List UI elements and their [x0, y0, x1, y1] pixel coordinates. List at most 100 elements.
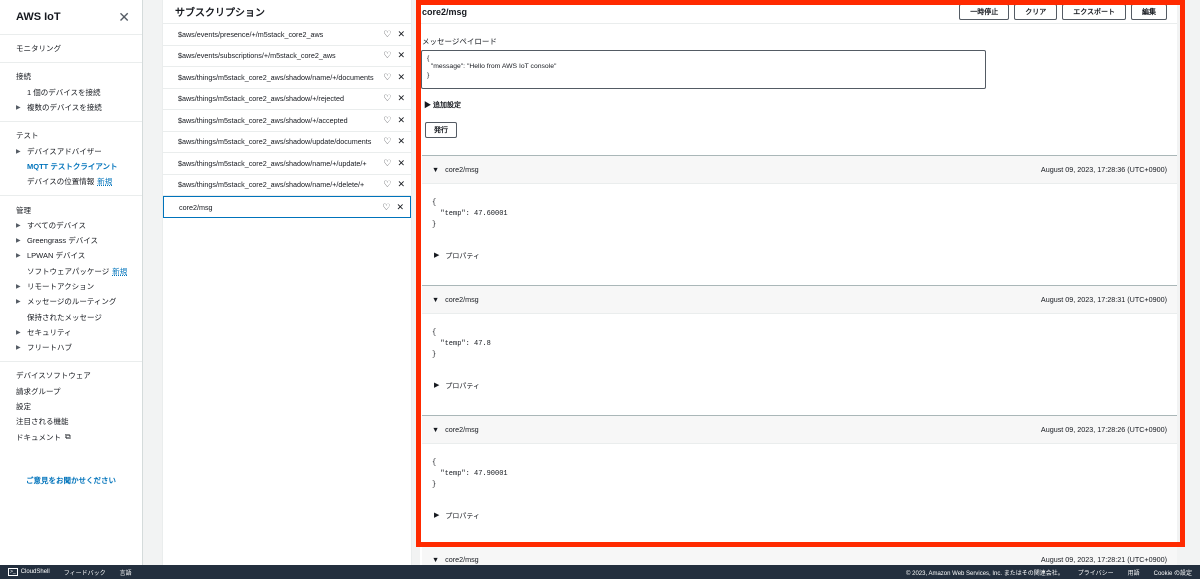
sidebar-item-connect-many[interactable]: ▶ 複数のデバイスを接続	[0, 100, 142, 115]
sidebar-section-manage: 管理 ▶ すべてのデバイス ▶ Greengrass デバイス ▶ LPWAN デバイ…	[0, 196, 142, 363]
sidebar-item-label: すべてのデバイス	[27, 220, 86, 230]
message-body: { "temp": 47.90001 }	[432, 459, 508, 489]
subscription-actions: ♡ ✕	[383, 50, 405, 61]
close-icon[interactable]: ✕	[397, 179, 405, 190]
close-icon[interactable]: ✕	[397, 29, 405, 40]
close-icon[interactable]: ✕	[397, 115, 405, 126]
sidebar-item-documentation[interactable]: ドキュメント ⧉	[0, 430, 142, 445]
message-header-left: ▼ core2/msg	[432, 295, 479, 304]
close-icon[interactable]: ✕	[397, 158, 405, 169]
caret-right-icon: ▶	[16, 345, 21, 352]
caret-down-icon: ▼	[432, 425, 440, 434]
export-button[interactable]: エクスポート	[1062, 3, 1126, 20]
message-topic: core2/msg	[445, 165, 479, 174]
sidebar-item-security[interactable]: ▶ セキュリティ	[0, 325, 142, 340]
sidebar-item-device-location[interactable]: デバイスの位置情報 新規	[0, 174, 142, 189]
heart-icon[interactable]: ♡	[383, 93, 391, 104]
close-icon[interactable]: ✕	[397, 50, 405, 61]
additional-settings-label: 追加設定	[432, 102, 461, 109]
sidebar-item-greengrass[interactable]: ▶ Greengrass デバイス	[0, 233, 142, 248]
close-icon[interactable]: ✕	[118, 9, 130, 26]
heart-icon[interactable]: ♡	[383, 29, 391, 40]
subscription-actions: ♡ ✕	[383, 72, 405, 83]
subscription-row[interactable]: core2/msg ♡ ✕	[163, 196, 411, 218]
sidebar-item-featured[interactable]: 注目される機能	[0, 414, 142, 429]
sidebar-item-lpwan[interactable]: ▶ LPWAN デバイス	[0, 248, 142, 263]
sidebar-item-remote-actions[interactable]: ▶ リモートアクション	[0, 279, 142, 294]
topic-title: core2/msg	[422, 6, 468, 17]
subscription-actions: ♡ ✕	[383, 93, 405, 104]
cookie-settings-link[interactable]: Cookie の設定	[1154, 568, 1192, 577]
subscription-actions: ♡ ✕	[383, 115, 405, 126]
footer-feedback-link[interactable]: フィードバック	[64, 568, 106, 577]
subscription-topic: $aws/things/m5stack_core2_aws/shadow/nam…	[178, 180, 365, 190]
app-root: AWS IoT ✕ モニタリング 接続 1 個のデバイスを接続 ▶ 複数のデバイス…	[0, 0, 1200, 579]
message-body: { "temp": 47.8 }	[432, 329, 491, 359]
caret-right-icon: ▶	[16, 148, 21, 155]
message-header[interactable]: ▼ core2/msg August 09, 2023, 17:28:26 (UTC…	[422, 416, 1177, 444]
cloudshell-button[interactable]: >_ CloudShell	[8, 568, 50, 576]
clear-button[interactable]: クリア	[1014, 3, 1058, 20]
close-icon[interactable]: ✕	[396, 202, 404, 213]
additional-settings-toggle[interactable]: ▶ 追加設定	[424, 100, 461, 110]
sidebar-item-device-advisor[interactable]: ▶ デバイスアドバイザー	[0, 143, 142, 158]
sidebar-item-device-software[interactable]: デバイスソフトウェア	[0, 368, 142, 383]
payload-label: メッセージペイロード	[422, 37, 497, 46]
message-header[interactable]: ▼ core2/msg August 09, 2023, 17:28:21 (UTC…	[422, 546, 1177, 565]
caret-right-icon: ▶	[16, 284, 21, 290]
heart-icon[interactable]: ♡	[383, 50, 391, 61]
copyright-text: © 2023, Amazon Web Services, Inc. またはその関…	[906, 570, 1064, 577]
heart-icon[interactable]: ♡	[382, 202, 390, 213]
payload-textarea[interactable]: { "message": "Hello from AWS IoT console…	[421, 50, 986, 89]
subscription-topic: core2/msg	[179, 202, 213, 212]
subscription-row[interactable]: $aws/things/m5stack_core2_aws/shadow/nam…	[163, 153, 411, 175]
sidebar-item-retained-messages[interactable]: 保持されたメッセージ	[0, 309, 142, 324]
pause-button[interactable]: 一時停止	[959, 3, 1010, 20]
message-body: { "temp": 47.60001 }	[432, 199, 508, 229]
subscription-row[interactable]: $aws/things/m5stack_core2_aws/shadow/upd…	[163, 132, 411, 153]
publish-button[interactable]: 発行	[425, 122, 457, 138]
sidebar-item-mqtt-test-client[interactable]: MQTT テストクライアント	[0, 159, 142, 174]
sidebar-title: AWS IoT	[16, 11, 61, 23]
sidebar-item-label: Greengrass デバイス	[27, 236, 99, 246]
language-link[interactable]: 言語	[120, 568, 132, 577]
sidebar-item-label: 1 個のデバイスを接続	[27, 87, 101, 97]
sidebar-item-billing-groups[interactable]: 請求グループ	[0, 384, 142, 399]
close-icon[interactable]: ✕	[397, 136, 405, 147]
sidebar-item-settings[interactable]: 設定	[0, 399, 142, 414]
message-properties-toggle[interactable]: ▶ プロパティ	[422, 231, 1177, 261]
sidebar-item-fleet-hub[interactable]: ▶ フリートハブ	[0, 340, 142, 355]
message-properties-toggle[interactable]: ▶ プロパティ	[422, 491, 1177, 521]
sidebar-item-software-packages[interactable]: ソフトウェアパッケージ 新規	[0, 264, 142, 279]
sidebar-item-message-routing[interactable]: ▶ メッセージのルーティング	[0, 294, 142, 309]
edit-button[interactable]: 編集	[1131, 3, 1167, 20]
sidebar-item-monitoring[interactable]: モニタリング	[0, 41, 142, 56]
sidebar-item-connect-one[interactable]: 1 個のデバイスを接続	[0, 85, 142, 100]
subscription-row[interactable]: $aws/things/m5stack_core2_aws/shadow/+/r…	[163, 89, 411, 110]
subscription-row[interactable]: $aws/events/presence/+/m5stack_core2_aws…	[163, 24, 411, 46]
heart-icon[interactable]: ♡	[383, 158, 391, 169]
message-header[interactable]: ▼ core2/msg August 09, 2023, 17:28:31 (UTC…	[422, 286, 1177, 314]
sidebar-header-manage: 管理	[16, 205, 31, 215]
heart-icon[interactable]: ♡	[383, 72, 391, 83]
heart-icon[interactable]: ♡	[383, 115, 391, 126]
subscription-row[interactable]: $aws/things/m5stack_core2_aws/shadow/+/a…	[163, 110, 411, 132]
privacy-link[interactable]: プライバシー	[1078, 568, 1114, 577]
subscription-row[interactable]: $aws/events/subscriptions/+/m5stack_core…	[163, 46, 411, 67]
sidebar-item-label: デバイスの位置情報	[27, 177, 95, 187]
heart-icon[interactable]: ♡	[383, 136, 391, 147]
subscription-topic: $aws/things/m5stack_core2_aws/shadow/+/r…	[178, 94, 345, 104]
terms-link[interactable]: 用語	[1128, 568, 1140, 577]
sidebar-section-monitoring: モニタリング	[0, 35, 142, 64]
message-header[interactable]: ▼ core2/msg August 09, 2023, 17:28:36 (UTC…	[422, 156, 1177, 184]
cloudshell-label: CloudShell	[20, 569, 50, 575]
message-properties-toggle[interactable]: ▶ プロパティ	[422, 361, 1177, 391]
subscription-row[interactable]: $aws/things/m5stack_core2_aws/shadow/nam…	[163, 175, 411, 196]
close-icon[interactable]: ✕	[397, 72, 405, 83]
sidebar-section-connect: 接続 1 個のデバイスを接続 ▶ 複数のデバイスを接続	[0, 63, 142, 123]
sidebar-item-all-devices[interactable]: ▶ すべてのデバイス	[0, 218, 142, 233]
heart-icon[interactable]: ♡	[383, 179, 391, 190]
subscription-row[interactable]: $aws/things/m5stack_core2_aws/shadow/nam…	[163, 67, 411, 89]
close-icon[interactable]: ✕	[397, 93, 405, 104]
feedback-link[interactable]: ご意見をお聞かせください	[0, 475, 142, 486]
